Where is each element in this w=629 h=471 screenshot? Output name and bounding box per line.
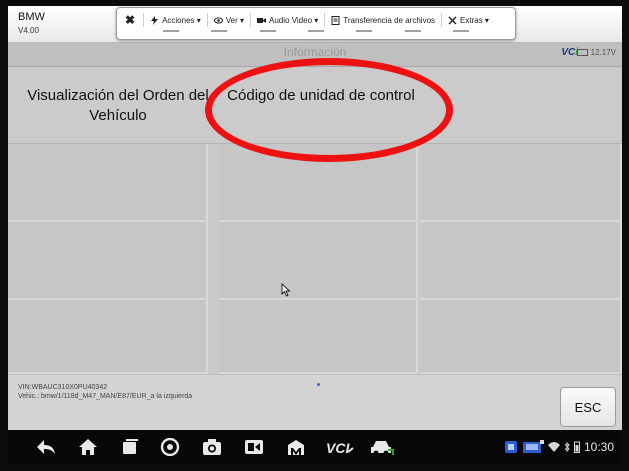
screen: BMW V4.00 ✖ Acciones ▾ Ver ▾ Audio Video… <box>8 6 622 464</box>
toolbar-acciones-menu[interactable]: Acciones ▾ <box>144 13 208 27</box>
column-headers: Visualización del Orden del Vehículo Cód… <box>8 68 622 144</box>
mouse-pointer-icon <box>281 282 291 297</box>
eye-icon <box>213 16 223 25</box>
toolbar-ver-label: Ver ▾ <box>225 15 245 25</box>
toolbar-row: ✖ Acciones ▾ Ver ▾ Audio Video ▾ Transfe… <box>117 13 515 27</box>
data-grid <box>8 144 622 374</box>
grid-cell <box>218 222 418 300</box>
toolbar-ver-menu[interactable]: Ver ▾ <box>208 13 252 27</box>
vin-line: VIN:WBAUC310X0PU40342 <box>18 384 108 391</box>
vci-logo-main: VC <box>561 47 576 58</box>
navigation-bar: VCI 10:30 <box>8 430 622 464</box>
grid-cell <box>8 144 208 222</box>
camera-icon[interactable] <box>202 438 222 456</box>
toolbar-file-transfer-label: Transferencia de archivos <box>343 15 436 25</box>
toolbar-close-button[interactable]: ✖ <box>117 13 145 27</box>
toolbar-audio-video-label: Audio Video ▾ <box>269 15 319 25</box>
underlying-toolbar-icons <box>117 30 515 40</box>
grid-cell <box>218 300 418 374</box>
bluetooth-icon <box>564 441 570 453</box>
wifi-icon <box>547 442 560 452</box>
voltage-value: 12.17V <box>590 48 616 57</box>
lightning-icon <box>150 15 159 25</box>
recent-apps-icon[interactable] <box>120 438 140 456</box>
header-vehicle-order: Visualización del Orden del Vehículo <box>27 87 209 124</box>
brand-name: BMW <box>18 11 45 23</box>
toolbar-extras-label: Extras ▾ <box>460 15 489 25</box>
brand-label: BMW V4.00 <box>18 12 45 36</box>
screen-record-icon[interactable] <box>244 438 264 456</box>
header-control-unit-code: Código de unidad de control <box>227 87 415 104</box>
battery-voltage: 12.17V <box>576 48 616 57</box>
vehicle-line: Vehic.: bmw/1/118d_M47_MAN/E87/EUR_a la … <box>18 393 193 400</box>
svg-text:VCI: VCI <box>326 440 350 456</box>
grid-cell <box>420 222 622 300</box>
toolbar-extras-menu[interactable]: Extras ▾ <box>442 13 495 27</box>
vehicle-info-text: VIN:WBAUC310X0PU40342 Vehic.: bmw/1/118d… <box>18 383 192 401</box>
grid-cell <box>218 144 418 222</box>
tools-icon <box>448 16 457 25</box>
screenshot-notification-icon <box>522 440 544 453</box>
clock: 10:30 <box>583 440 614 454</box>
battery-status-icon <box>573 441 580 453</box>
vci-icon[interactable]: VCI <box>326 438 354 456</box>
page-indicator-dot <box>317 383 320 386</box>
toolbar-acciones-label: Acciones ▾ <box>162 15 201 25</box>
title-strip: Información VCi 12.17V <box>8 43 622 67</box>
remote-toolbar: ✖ Acciones ▾ Ver ▾ Audio Video ▾ Transfe… <box>116 7 516 40</box>
back-icon[interactable] <box>36 438 56 456</box>
grid-cell <box>8 300 208 374</box>
home-icon[interactable] <box>78 438 98 456</box>
grid-cell <box>420 144 622 222</box>
tablet-frame: BMW V4.00 ✖ Acciones ▾ Ver ▾ Audio Video… <box>0 0 629 471</box>
garage-icon[interactable] <box>286 438 306 456</box>
esc-button[interactable]: ESC <box>560 387 616 427</box>
grid-cell <box>420 300 622 374</box>
vci-logo: VCi <box>561 47 578 58</box>
app-notification-icon <box>504 441 517 453</box>
browser-icon[interactable] <box>160 437 180 457</box>
grid-cell <box>8 222 208 300</box>
toolbar-file-transfer-menu[interactable]: Transferencia de archivos <box>325 13 443 27</box>
battery-icon <box>576 49 588 56</box>
vehicle-info-panel: VIN:WBAUC310X0PU40342 Vehic.: bmw/1/118d… <box>8 374 622 430</box>
file-transfer-icon <box>331 15 340 25</box>
toolbar-audio-video-menu[interactable]: Audio Video ▾ <box>251 13 326 27</box>
vehicle-icon[interactable] <box>370 438 394 456</box>
app-version: V4.00 <box>18 26 39 35</box>
top-bar: BMW V4.00 ✖ Acciones ▾ Ver ▾ Audio Video… <box>8 6 622 43</box>
status-area: 10:30 <box>504 440 614 454</box>
video-icon <box>257 16 267 25</box>
page-title: Información <box>283 45 347 59</box>
